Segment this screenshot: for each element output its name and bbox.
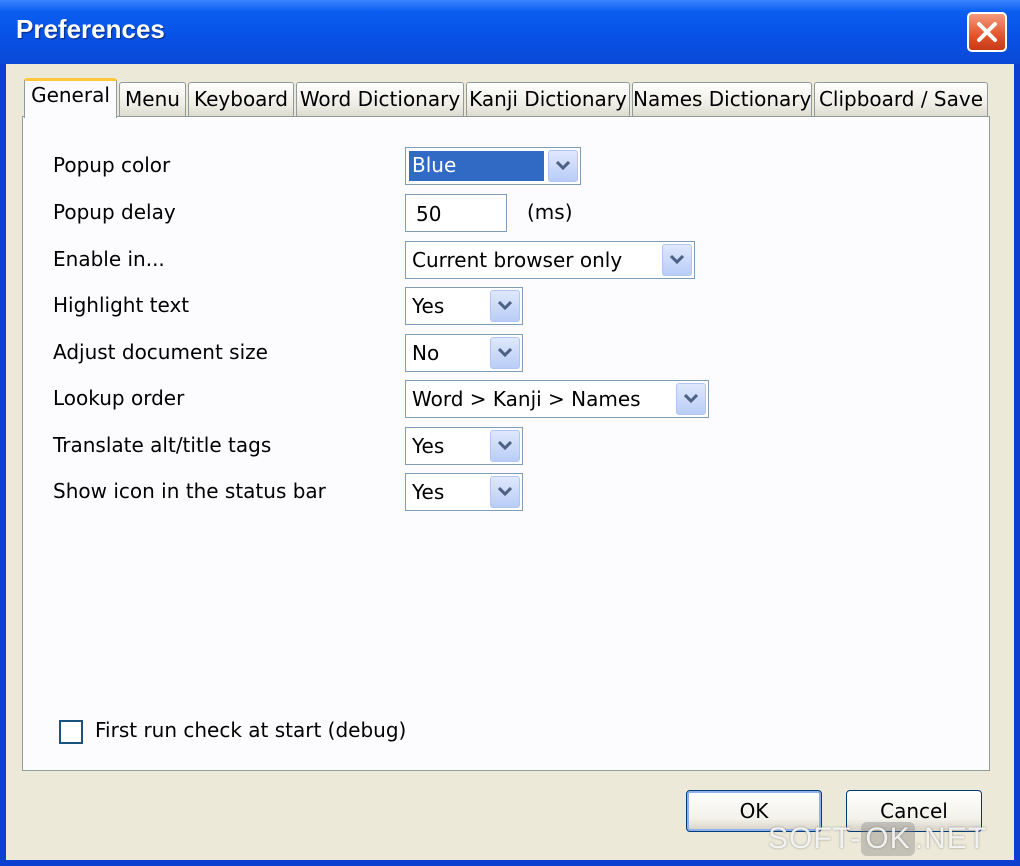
translate-tags-row: Translate alt/title tags Yes xyxy=(23,427,983,467)
popup-delay-unit: (ms) xyxy=(527,200,573,224)
dropdown-button[interactable] xyxy=(490,337,520,369)
popup-delay-input[interactable]: 50 xyxy=(405,194,507,232)
title-bar[interactable]: Preferences xyxy=(0,0,1020,64)
general-panel: Popup color Blue Popup delay 50 (ms) Ena… xyxy=(22,116,990,771)
tab-clipboard-save[interactable]: Clipboard / Save xyxy=(814,82,988,116)
chevron-down-icon xyxy=(670,255,684,265)
dropdown-button[interactable] xyxy=(490,290,520,322)
watermark-part2: OK xyxy=(861,822,915,856)
popup-delay-row: Popup delay 50 (ms) xyxy=(23,194,983,234)
watermark: SOFT- OK .NET xyxy=(768,822,987,856)
dialog-client: General Menu Keyboard Word Dictionary Ka… xyxy=(6,64,1014,860)
adjust-size-label: Adjust document size xyxy=(53,340,268,364)
lookup-order-row: Lookup order Word > Kanji > Names xyxy=(23,380,983,420)
adjust-size-select[interactable]: No xyxy=(405,334,523,372)
lookup-order-value: Word > Kanji > Names xyxy=(412,387,641,411)
enable-in-value: Current browser only xyxy=(412,248,623,272)
adjust-size-row: Adjust document size No xyxy=(23,334,983,374)
highlight-text-row: Highlight text Yes xyxy=(23,287,983,327)
close-button[interactable] xyxy=(967,12,1007,52)
translate-tags-select[interactable]: Yes xyxy=(405,427,523,465)
tab-kanji-dictionary[interactable]: Kanji Dictionary xyxy=(466,82,630,116)
popup-color-select[interactable]: Blue xyxy=(405,147,581,185)
enable-in-row: Enable in... Current browser only xyxy=(23,241,983,281)
chevron-down-icon xyxy=(498,348,512,358)
lookup-order-label: Lookup order xyxy=(53,386,185,410)
popup-delay-label: Popup delay xyxy=(53,200,176,224)
watermark-part1: SOFT- xyxy=(768,822,862,855)
popup-color-label: Popup color xyxy=(53,153,171,177)
chevron-down-icon xyxy=(498,487,512,497)
watermark-part3: .NET xyxy=(914,822,988,855)
chevron-down-icon xyxy=(498,441,512,451)
window-title: Preferences xyxy=(16,14,165,44)
dropdown-button[interactable] xyxy=(490,430,520,462)
translate-tags-value: Yes xyxy=(412,434,445,458)
dropdown-button[interactable] xyxy=(548,150,578,182)
tab-keyboard[interactable]: Keyboard xyxy=(188,82,294,116)
tab-menu[interactable]: Menu xyxy=(119,82,186,116)
status-icon-select[interactable]: Yes xyxy=(405,473,523,511)
popup-delay-value: 50 xyxy=(416,202,442,226)
adjust-size-value: No xyxy=(412,341,440,365)
preferences-window: Preferences General Menu Keyboard Word D… xyxy=(0,0,1020,866)
highlight-text-select[interactable]: Yes xyxy=(405,287,523,325)
debug-checkbox[interactable] xyxy=(59,720,83,744)
highlight-text-label: Highlight text xyxy=(53,293,190,317)
dropdown-button[interactable] xyxy=(676,383,706,415)
enable-in-select[interactable]: Current browser only xyxy=(405,241,695,279)
chevron-down-icon xyxy=(684,394,698,404)
status-icon-value: Yes xyxy=(412,480,445,504)
translate-tags-label: Translate alt/title tags xyxy=(53,433,272,457)
lookup-order-select[interactable]: Word > Kanji > Names xyxy=(405,380,709,418)
chevron-down-icon xyxy=(556,161,570,171)
debug-checkbox-label[interactable]: First run check at start (debug) xyxy=(95,718,406,742)
highlight-text-value: Yes xyxy=(412,294,445,318)
dropdown-button[interactable] xyxy=(490,476,520,508)
tab-word-dictionary[interactable]: Word Dictionary xyxy=(296,82,464,116)
close-icon xyxy=(977,22,997,42)
popup-color-value: Blue xyxy=(409,151,544,181)
status-icon-row: Show icon in the status bar Yes xyxy=(23,473,983,513)
status-icon-label: Show icon in the status bar xyxy=(53,479,326,503)
tab-names-dictionary[interactable]: Names Dictionary xyxy=(632,82,812,116)
dropdown-button[interactable] xyxy=(662,244,692,276)
popup-color-row: Popup color Blue xyxy=(23,147,983,187)
tab-general[interactable]: General xyxy=(24,78,117,118)
chevron-down-icon xyxy=(498,301,512,311)
enable-in-label: Enable in... xyxy=(53,247,165,271)
